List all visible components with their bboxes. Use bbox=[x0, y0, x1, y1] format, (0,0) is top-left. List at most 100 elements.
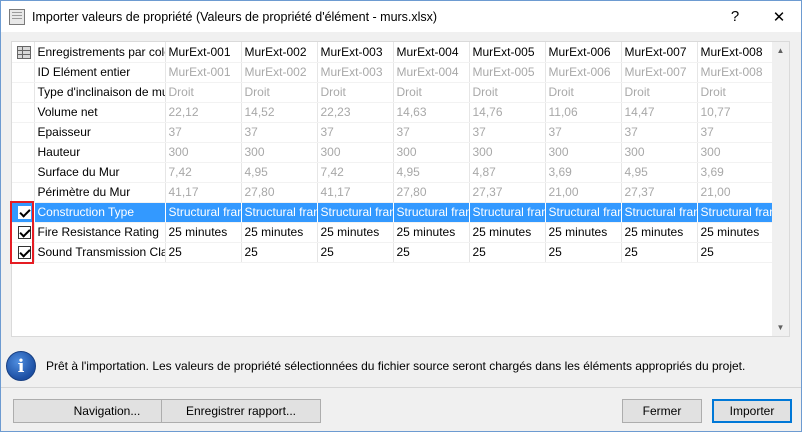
property-value: Structural frame bbox=[469, 202, 546, 223]
property-row[interactable]: Surface du Mur 7,42 4,95 7,42 4,95 4,87 3,69 4,… bbox=[12, 162, 774, 183]
property-value: 37 bbox=[469, 122, 546, 143]
property-row[interactable]: Fire Resistance Rating 25 minutes 25 minut… bbox=[12, 222, 774, 243]
import-checkbox[interactable] bbox=[17, 206, 31, 220]
property-value: 25 bbox=[469, 242, 546, 263]
property-value: 25 bbox=[621, 242, 698, 263]
property-value: 37 bbox=[241, 122, 318, 143]
import-button[interactable]: Importer bbox=[712, 399, 792, 423]
column-header[interactable]: MurExt-004 bbox=[393, 42, 470, 63]
property-value: 14,47 bbox=[621, 102, 698, 123]
property-value: Droit bbox=[241, 82, 318, 103]
property-value: 4,95 bbox=[393, 162, 470, 183]
property-value: 37 bbox=[697, 122, 774, 143]
column-header[interactable]: MurExt-008 bbox=[697, 42, 774, 63]
table-icon bbox=[17, 45, 32, 59]
property-name: Type d'inclinaison de mur bbox=[34, 82, 166, 103]
property-value: 27,37 bbox=[469, 182, 546, 203]
property-value: Droit bbox=[545, 82, 622, 103]
property-value: MurExt-001 bbox=[165, 62, 242, 83]
help-button[interactable]: ? bbox=[713, 1, 757, 32]
property-value: 21,00 bbox=[697, 182, 774, 203]
vertical-scrollbar[interactable]: ▲ ▼ bbox=[772, 42, 789, 336]
save-report-button[interactable]: Enregistrer rapport... bbox=[161, 399, 321, 423]
property-row[interactable]: Type d'inclinaison de mur Droit Droit Droit… bbox=[12, 82, 774, 103]
checkbox-cell[interactable] bbox=[12, 242, 35, 263]
column-header[interactable]: MurExt-007 bbox=[621, 42, 698, 63]
column-header[interactable]: MurExt-006 bbox=[545, 42, 622, 63]
property-value: 300 bbox=[317, 142, 394, 163]
property-value: 37 bbox=[621, 122, 698, 143]
property-value: MurExt-007 bbox=[621, 62, 698, 83]
dialog-icon bbox=[9, 8, 25, 25]
property-value: Structural frame bbox=[545, 202, 622, 223]
property-value: Droit bbox=[165, 82, 242, 103]
property-value: 4,87 bbox=[469, 162, 546, 183]
property-value: 37 bbox=[165, 122, 242, 143]
property-name: Sound Transmission Class bbox=[34, 242, 166, 263]
property-row[interactable]: Epaisseur 37 37 37 37 37 37 37 37 bbox=[12, 122, 774, 143]
property-grid: Enregistrements par colonneMurExt-001Mur… bbox=[11, 41, 790, 337]
scroll-down-icon[interactable]: ▼ bbox=[772, 319, 789, 336]
property-value: 37 bbox=[393, 122, 470, 143]
property-value: 27,80 bbox=[393, 182, 470, 203]
property-value: 25 minutes bbox=[317, 222, 394, 243]
property-row[interactable]: ID Elément entier MurExt-001 MurExt-002 Mur… bbox=[12, 62, 774, 83]
property-value: MurExt-004 bbox=[393, 62, 470, 83]
property-value: 300 bbox=[621, 142, 698, 163]
property-value: 25 bbox=[545, 242, 622, 263]
property-value: 27,80 bbox=[241, 182, 318, 203]
property-value: 25 bbox=[393, 242, 470, 263]
property-value: 10,77 bbox=[697, 102, 774, 123]
status-message: Prêt à l'importation. Les valeurs de pro… bbox=[46, 359, 746, 373]
property-value: 22,23 bbox=[317, 102, 394, 123]
header-label: Enregistrements par colonne bbox=[34, 42, 166, 63]
property-value: 25 minutes bbox=[545, 222, 622, 243]
property-value: MurExt-006 bbox=[545, 62, 622, 83]
property-value: Structural frame bbox=[241, 202, 318, 223]
property-value: 25 minutes bbox=[621, 222, 698, 243]
property-name: Surface du Mur bbox=[34, 162, 166, 183]
property-value: 4,95 bbox=[241, 162, 318, 183]
column-header[interactable]: MurExt-005 bbox=[469, 42, 546, 63]
close-button[interactable]: Fermer bbox=[622, 399, 702, 423]
property-row[interactable]: Volume net 22,12 14,52 22,23 14,63 14,76 11,06… bbox=[12, 102, 774, 123]
property-value: Droit bbox=[393, 82, 470, 103]
title-bar: Importer valeurs de propriété (Valeurs d… bbox=[1, 1, 801, 32]
checkbox-cell bbox=[12, 142, 35, 163]
checkbox-cell bbox=[12, 162, 35, 183]
property-row[interactable]: Périmètre du Mur 41,17 27,80 41,17 27,80 27,3… bbox=[12, 182, 774, 203]
property-value: 7,42 bbox=[165, 162, 242, 183]
property-row[interactable]: Construction TypeStructural frameStructu… bbox=[12, 202, 774, 223]
property-value: Structural frame bbox=[317, 202, 394, 223]
property-value: 37 bbox=[317, 122, 394, 143]
property-row[interactable]: Hauteur 300 300 300 300 300 300 300 300 bbox=[12, 142, 774, 163]
property-name: Hauteur bbox=[34, 142, 166, 163]
scroll-up-icon[interactable]: ▲ bbox=[772, 42, 789, 59]
property-value: 25 minutes bbox=[469, 222, 546, 243]
property-value: 300 bbox=[469, 142, 546, 163]
property-row[interactable]: Sound Transmission Class2525252525252525 bbox=[12, 242, 774, 263]
checkbox-cell[interactable] bbox=[12, 222, 35, 243]
property-value: 22,12 bbox=[165, 102, 242, 123]
column-header[interactable]: MurExt-003 bbox=[317, 42, 394, 63]
property-value: Structural frame bbox=[697, 202, 774, 223]
column-header[interactable]: MurExt-001 bbox=[165, 42, 242, 63]
header-icon-cell bbox=[12, 42, 35, 63]
property-value: MurExt-003 bbox=[317, 62, 394, 83]
import-checkbox[interactable] bbox=[17, 226, 31, 240]
checkbox-cell bbox=[12, 122, 35, 143]
column-header[interactable]: MurExt-002 bbox=[241, 42, 318, 63]
import-checkbox[interactable] bbox=[17, 246, 31, 260]
property-value: 25 minutes bbox=[165, 222, 242, 243]
checkbox-cell[interactable] bbox=[12, 202, 35, 223]
import-dialog: Importer valeurs de propriété (Valeurs d… bbox=[0, 0, 802, 432]
info-icon: i bbox=[6, 351, 36, 381]
close-window-button[interactable]: ✕ bbox=[757, 1, 801, 32]
divider bbox=[1, 387, 801, 388]
property-name: Construction Type bbox=[34, 202, 166, 223]
property-value: 7,42 bbox=[317, 162, 394, 183]
property-name: Epaisseur bbox=[34, 122, 166, 143]
checkbox-cell bbox=[12, 182, 35, 203]
property-value: 25 bbox=[317, 242, 394, 263]
property-value: 300 bbox=[393, 142, 470, 163]
